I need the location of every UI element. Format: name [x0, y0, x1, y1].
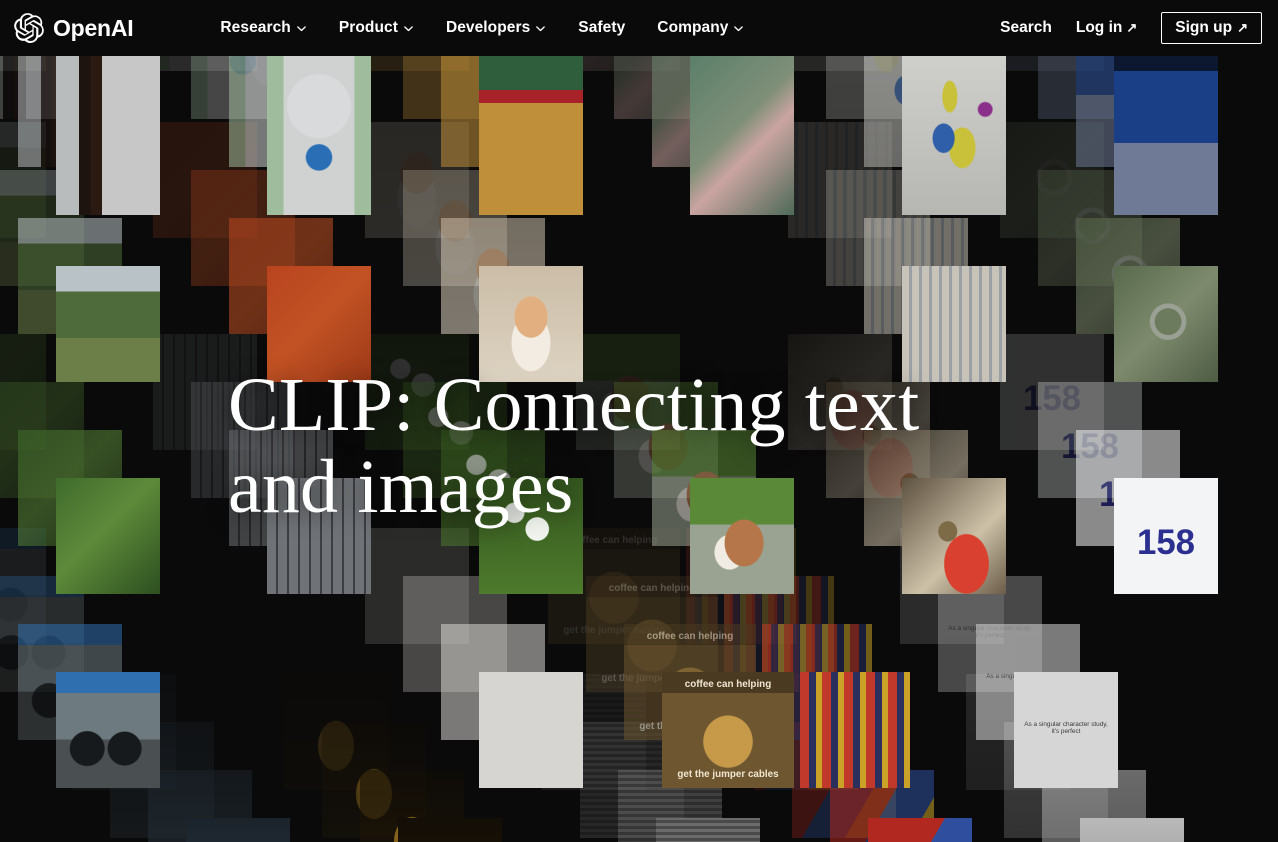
tile-primary: As a singular character study, it's perf…: [1014, 672, 1118, 788]
collage-tile-dance-hall: [686, 528, 910, 788]
nav-item-product[interactable]: Product: [339, 20, 414, 36]
collage-tile-pencil-barn: [365, 528, 583, 788]
nav-item-label: Developers: [445, 19, 531, 37]
arrow-up-right-icon: ↗: [1126, 20, 1138, 36]
tile-primary: [868, 818, 972, 842]
chevron-down-icon: [733, 23, 744, 34]
collage-tile-dark-scene: [72, 674, 290, 842]
collage-tile-savanna-field: [0, 122, 160, 382]
nav-item-label: Safety: [578, 19, 626, 37]
search-label: Search: [1000, 19, 1052, 37]
collage-tile-blue-stage-panel: [1000, 0, 1218, 215]
collage-tile-number-158: 158158158158: [1000, 334, 1218, 594]
collage-tile-red-flag: [754, 674, 972, 842]
nav-item-label: Research: [220, 19, 291, 37]
collage-tile-text-card-grey: As a singular character study, it's perf…: [900, 528, 1118, 788]
tile-primary: 158: [1114, 478, 1218, 594]
page-title: CLIP: Connecting text and images: [228, 363, 920, 530]
tile-text: As a singular character study, it's perf…: [1024, 720, 1108, 736]
tile-primary: [1080, 818, 1184, 842]
tile-primary: coffee can helping get the jumper cables: [662, 672, 794, 788]
nav-item-company[interactable]: Company: [657, 20, 744, 36]
collage-tile-green-macro: [576, 0, 794, 215]
login-label: Log in: [1075, 19, 1123, 37]
arrow-up-right-icon: ↗: [1237, 19, 1248, 35]
nav-item-developers[interactable]: Developers: [446, 20, 546, 36]
hero-copy: CLIP: Connecting text and images: [228, 364, 1048, 528]
tile-primary: [479, 672, 583, 788]
tile-primary: [690, 55, 794, 215]
tile-primary: [56, 478, 160, 594]
tile-primary: [56, 266, 160, 382]
nav-actions: Search Log in ↗ Sign up ↗: [1000, 11, 1262, 45]
signup-label: Sign up: [1175, 18, 1233, 36]
tile-primary: [186, 818, 290, 842]
tile-text: coffee can helping: [646, 630, 734, 642]
collage-tile-grey-panel: [966, 674, 1184, 842]
nav-item-safety[interactable]: Safety: [578, 20, 625, 36]
login-link[interactable]: Log in ↗: [1076, 20, 1137, 36]
nav-item-label: Product: [338, 19, 398, 37]
collage-tile-clevr-cylinders: [788, 0, 1006, 215]
tile-primary: [479, 55, 583, 215]
tile-text: 158: [1136, 523, 1196, 563]
nav-item-label: Company: [657, 19, 729, 37]
tile-primary: [656, 818, 760, 842]
page-root: 158158158158 coffee can helping get the ju…: [0, 0, 1278, 842]
tile-primary: [1114, 266, 1218, 382]
openai-logo-link[interactable]: OpenAI: [14, 13, 134, 44]
collage-tile-flame-yellow: [284, 674, 502, 842]
tile-text: coffee can helping: [684, 678, 772, 690]
brand-name: OpenAI: [53, 14, 134, 41]
tile-primary: [902, 55, 1006, 215]
tile-primary: [56, 672, 160, 788]
collage-tile-grey-texture: [542, 674, 760, 842]
collage-tile-roundabout-aerial: [1000, 122, 1218, 382]
collage-tile-parked-jet: [267, 672, 371, 788]
chevron-down-icon: [403, 23, 414, 34]
tile-primary: [398, 818, 502, 842]
collage-tile-green-leaves-bug: [0, 334, 160, 594]
search-button[interactable]: Search: [1000, 20, 1052, 36]
signup-button[interactable]: Sign up ↗: [1161, 11, 1262, 45]
collage-tile-blue-motorcycle: [0, 528, 160, 788]
collage-tile-dog-meme-text: coffee can helping get the jumper cables c…: [548, 528, 794, 788]
tile-primary: [267, 55, 371, 215]
primary-nav-links: Research Product Developers Safety Company: [220, 20, 744, 36]
top-navigation-bar: OpenAI Research Product Developers Safety Co…: [0, 0, 1278, 56]
openai-blossom-icon: [14, 13, 44, 44]
tile-text: get the jumper cables: [677, 769, 779, 781]
chevron-down-icon: [535, 23, 546, 34]
tile-primary: [1114, 55, 1218, 215]
collage-tile-stained-glass-dog: [153, 0, 371, 215]
chevron-down-icon: [296, 23, 307, 34]
tile-primary: [56, 55, 160, 215]
collage-tile-wine-bottles: [0, 0, 160, 215]
nav-item-research[interactable]: Research: [220, 20, 306, 36]
tile-primary: [800, 672, 910, 788]
tile-primary: [267, 672, 371, 788]
collage-tile-volleyball-match: [365, 0, 583, 215]
